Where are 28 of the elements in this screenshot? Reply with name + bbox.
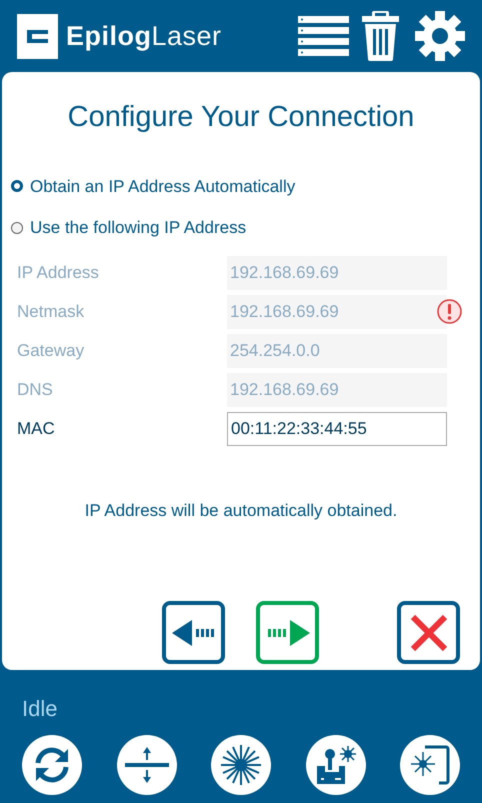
joystick-icon xyxy=(314,744,356,786)
settings-icon[interactable] xyxy=(415,11,465,61)
logo-icon xyxy=(17,14,58,58)
close-icon xyxy=(410,614,448,652)
status-message: IP Address will be automatically obtained. xyxy=(84,500,398,522)
dialog-title: Configure Your Connection xyxy=(66,100,416,135)
radio-button[interactable] xyxy=(11,180,23,192)
trash-icon[interactable] xyxy=(362,11,399,61)
input-field[interactable]: 00:11:22:33:44:55 xyxy=(227,412,447,446)
radio-label: Use the following IP Address xyxy=(30,217,246,239)
left-arrow-icon xyxy=(172,620,216,646)
radio-label: Obtain an IP Address Automatically xyxy=(30,176,296,198)
list-icon[interactable] xyxy=(298,16,349,56)
field-label: DNS xyxy=(16,378,54,401)
cancel-button[interactable] xyxy=(397,601,460,664)
starburst-icon xyxy=(221,745,261,785)
laser-frame-icon xyxy=(409,744,451,786)
brand-name: EpilogLaser xyxy=(66,20,222,53)
back-button[interactable] xyxy=(162,601,225,664)
status-text: Idle xyxy=(22,695,58,723)
field-label: Gateway xyxy=(16,340,86,362)
field-label: MAC xyxy=(16,418,56,440)
radio-button[interactable] xyxy=(11,222,23,234)
right-arrow-icon xyxy=(266,620,310,646)
next-button[interactable] xyxy=(256,601,319,664)
field-label: IP Address xyxy=(16,262,100,284)
field-label: Netmask xyxy=(16,300,86,323)
focus-icon xyxy=(124,745,168,785)
